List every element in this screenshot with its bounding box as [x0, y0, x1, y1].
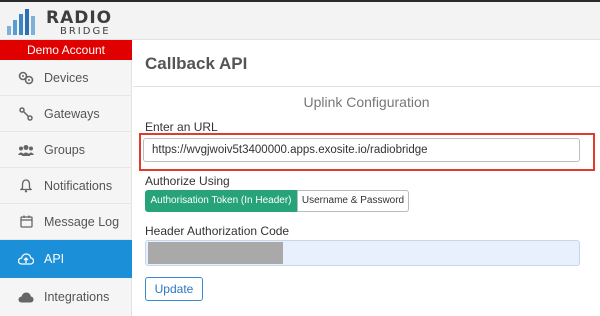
sidebar-item-label: Devices	[44, 70, 89, 85]
sidebar-item-gateways[interactable]: Gateways	[0, 96, 132, 132]
groups-icon	[18, 142, 34, 158]
demo-account-badge: Demo Account	[0, 40, 132, 60]
sidebar-item-label: Message Log	[44, 214, 120, 229]
auth-option-token[interactable]: Authorisation Token (In Header)	[145, 190, 297, 212]
bell-icon	[18, 178, 34, 194]
logo-text-radio: RADIO	[46, 8, 113, 28]
cloud-upload-icon	[18, 251, 34, 267]
sidebar-item-groups[interactable]: Groups	[0, 132, 132, 168]
sidebar-item-label: Groups	[44, 142, 85, 157]
sidebar-item-api[interactable]: API	[0, 240, 132, 278]
update-button[interactable]: Update	[145, 277, 203, 301]
redacted-value	[148, 242, 283, 264]
url-label: Enter an URL	[145, 120, 218, 134]
radio-bridge-logo[interactable]: RADIO BRIDGE	[6, 6, 126, 38]
sidebar-item-label: Notifications	[44, 178, 113, 193]
url-input[interactable]: https://wvgjwoiv5t3400000.apps.exosite.i…	[143, 138, 580, 162]
sidebar-item-label: Gateways	[44, 106, 100, 121]
main-content: Callback API Uplink Configuration Enter …	[133, 40, 600, 316]
auth-label: Authorize Using	[145, 174, 230, 188]
cloud-icon	[18, 289, 34, 305]
sidebar-item-integrations[interactable]: Integrations	[0, 278, 132, 316]
header-code-input[interactable]	[145, 240, 580, 266]
sidebar-item-message-log[interactable]: Message Log	[0, 204, 132, 240]
logo-text-bridge: BRIDGE	[60, 26, 111, 37]
devices-icon	[18, 70, 34, 86]
gateways-icon	[18, 106, 34, 122]
sidebar-item-devices[interactable]: Devices	[0, 60, 132, 96]
sidebar: Demo Account Devices Gateways Groups Not…	[0, 40, 132, 316]
sidebar-item-label: Integrations	[44, 290, 110, 304]
sidebar-item-notifications[interactable]: Notifications	[0, 168, 132, 204]
section-title: Uplink Configuration	[303, 94, 430, 110]
app-header: RADIO BRIDGE	[0, 2, 600, 40]
logo-bars-icon	[7, 9, 35, 35]
header-code-label: Header Authorization Code	[145, 224, 290, 238]
sidebar-item-label: API	[44, 252, 65, 266]
auth-option-username-password[interactable]: Username & Password	[297, 190, 409, 212]
page-title: Callback API	[145, 54, 248, 73]
title-divider	[133, 86, 600, 87]
message-log-icon	[18, 214, 34, 230]
